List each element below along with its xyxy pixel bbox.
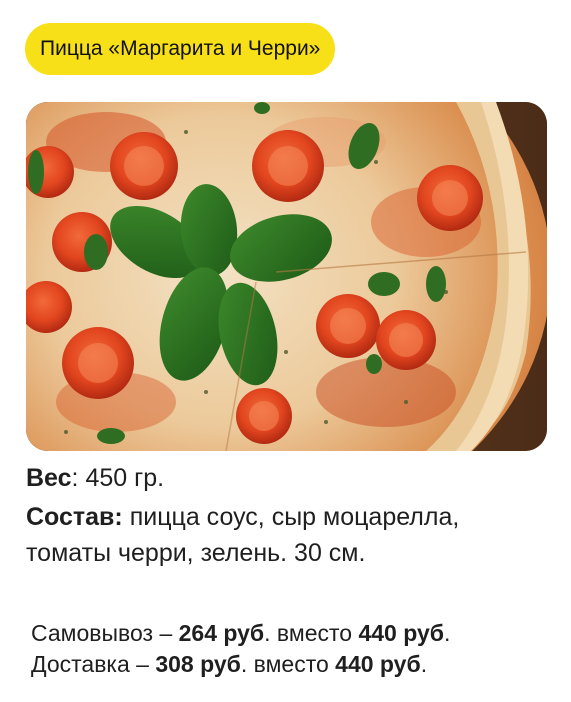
delivery-label: Доставка – xyxy=(31,651,156,677)
pickup-old-price: 440 руб xyxy=(358,620,444,646)
delivery-old-price: 440 руб xyxy=(335,651,421,677)
composition-text-line2: томаты черри, зелень. 30 см. xyxy=(26,539,366,567)
pizza-image xyxy=(26,102,547,451)
delivery-end: . xyxy=(420,651,428,677)
weight-label: Вес xyxy=(26,464,72,492)
delivery-price: 308 руб xyxy=(155,651,241,677)
delivery-price-row: Доставка – 308 руб. вместо 440 руб. xyxy=(31,649,450,680)
product-title-badge: Пицца «Маргарита и Черри» xyxy=(25,23,336,75)
composition-label: Состав: xyxy=(26,503,123,531)
pickup-price: 264 руб xyxy=(178,620,265,646)
pickup-label: Самовывоз – xyxy=(31,620,179,646)
price-block: Самовывоз – 264 руб. вместо 440 руб. Дос… xyxy=(31,618,450,680)
delivery-instead: . вместо xyxy=(240,651,336,677)
pickup-end: . xyxy=(443,620,451,646)
pickup-price-row: Самовывоз – 264 руб. вместо 440 руб. xyxy=(31,618,450,649)
weight-row: Вес: 450 гр. xyxy=(26,460,556,496)
pickup-instead: . вместо xyxy=(264,620,359,646)
product-description: Вес: 450 гр. Состав: пицца соус, сыр моц… xyxy=(26,460,556,571)
product-title: Пицца «Маргарита и Черри» xyxy=(40,37,321,60)
composition-text-line1: пицца соус, сыр моцарелла, xyxy=(122,503,460,531)
composition-row: Состав: пицца соус, сыр моцарелла, xyxy=(26,499,556,535)
weight-separator: : xyxy=(71,464,79,492)
weight-value: 450 гр. xyxy=(78,464,165,492)
pizza-photo xyxy=(26,102,547,451)
